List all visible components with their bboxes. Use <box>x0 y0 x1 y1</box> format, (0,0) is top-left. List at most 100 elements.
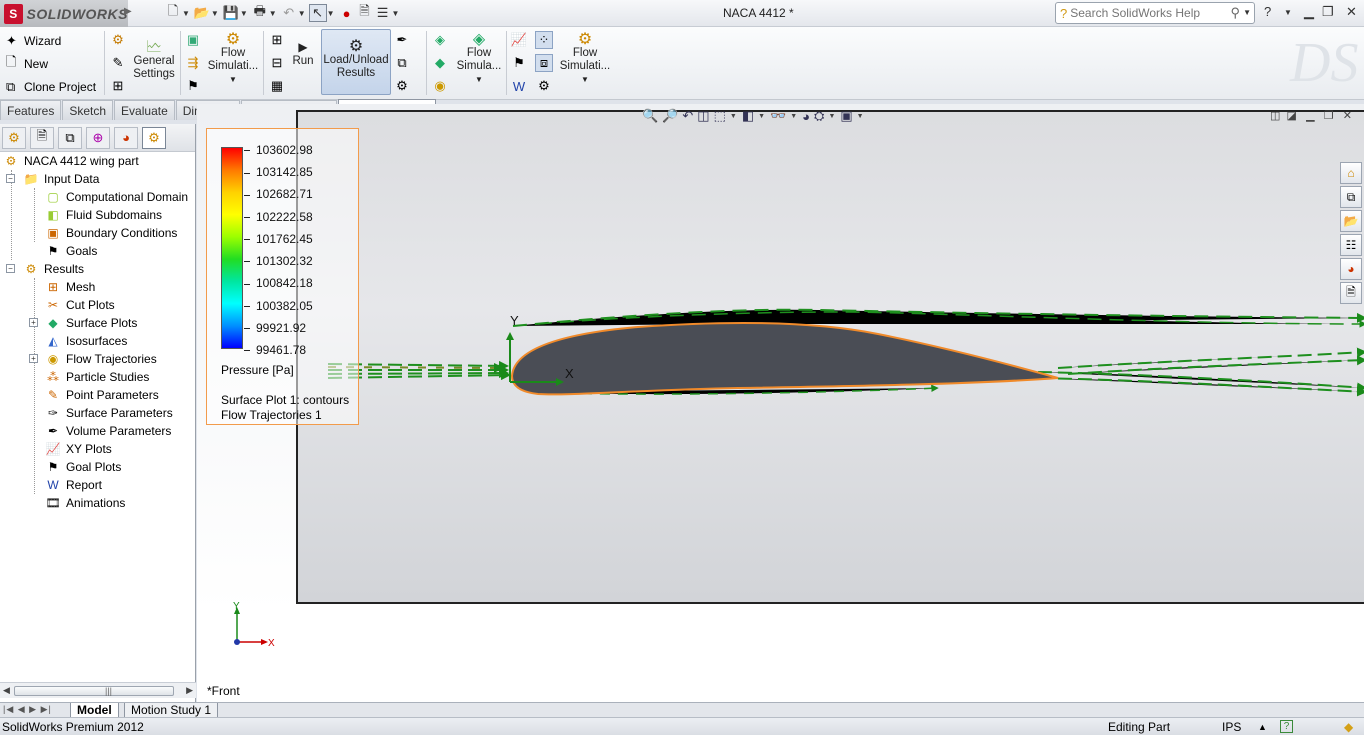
view-orientation-icon[interactable]: ⬚ <box>714 108 726 124</box>
help-search-box[interactable]: ? ⚲ ▼ <box>1055 2 1255 24</box>
close-icon[interactable]: ✕ <box>1346 4 1357 20</box>
flow-simulation-menu-2[interactable]: ◈ Flow Simula... ▼ <box>455 32 503 86</box>
tree-goal-plots[interactable]: ⚑ Goal Plots <box>44 458 122 476</box>
tree-goals[interactable]: ⚑ Goals <box>44 242 98 260</box>
options-icon[interactable]: ☰ <box>374 4 392 22</box>
tag-icon[interactable]: ◆ <box>1344 720 1353 734</box>
expand-icon[interactable]: + <box>29 318 38 327</box>
section-view-icon[interactable]: ◫ <box>697 108 709 124</box>
mesh-icon[interactable]: ⊞ <box>268 31 286 49</box>
collapse-icon[interactable]: − <box>6 264 15 273</box>
view-palette-icon[interactable]: ☷ <box>1340 234 1362 256</box>
customize-icon[interactable]: ⊞ <box>109 77 127 95</box>
tree-particle-studies[interactable]: ⁂ Particle Studies <box>44 368 149 386</box>
restore-icon[interactable]: ❐ <box>1322 4 1334 20</box>
goals-flag-icon[interactable]: ⚑ <box>184 77 202 95</box>
file-explorer-icon[interactable]: 📂 <box>1340 210 1362 232</box>
display-style-icon[interactable]: ◧ <box>742 108 754 124</box>
scroll-right-icon[interactable]: ▶ <box>186 685 193 696</box>
fan-icon[interactable]: ⇶ <box>184 54 202 72</box>
save-icon[interactable]: 💾 <box>222 4 240 22</box>
edit-appearance-icon[interactable]: ◕ <box>802 109 810 124</box>
tab-model[interactable]: Model <box>70 703 119 718</box>
chevron-down-icon[interactable]: ▼ <box>790 113 797 120</box>
previous-view-icon[interactable]: ↶ <box>682 108 693 124</box>
tree-mesh[interactable]: ⊞ Mesh <box>44 278 95 296</box>
chevron-down-icon[interactable]: ▼ <box>392 9 400 18</box>
results-display-icon[interactable]: ⁘ <box>535 31 553 49</box>
chevron-down-icon[interactable]: ▼ <box>857 113 864 120</box>
help-icon[interactable]: ? <box>1280 720 1293 733</box>
dimxpert-tab-icon[interactable]: ⊕ <box>86 126 110 149</box>
tree-input-data[interactable]: 📁 Input Data <box>22 170 100 188</box>
open-folder-icon[interactable]: 📂 <box>193 4 211 22</box>
tab-features[interactable]: Features <box>0 100 62 120</box>
new-doc-icon[interactable]: 🗋 <box>164 3 182 22</box>
chevron-down-icon[interactable]: ▼ <box>298 9 306 18</box>
property-manager-tab-icon[interactable]: 🗎 <box>30 126 54 149</box>
viewport-restore-icon[interactable]: ❐ <box>1324 110 1334 122</box>
chevron-down-icon[interactable]: ▼ <box>1243 8 1251 17</box>
tree-root[interactable]: ⚙ NACA 4412 wing part <box>2 152 139 170</box>
tree-cut-plots[interactable]: ✂ Cut Plots <box>44 296 115 314</box>
tab-motion-study-1[interactable]: Motion Study 1 <box>124 703 219 718</box>
chevron-down-icon[interactable]: ▼ <box>828 113 835 120</box>
chevron-down-icon[interactable]: ▼ <box>758 113 765 120</box>
units-status[interactable]: IPS <box>1222 720 1241 734</box>
collapse-icon[interactable]: − <box>6 174 15 183</box>
xy-plot-icon[interactable]: 📈 <box>510 31 528 49</box>
tree-point-parameters[interactable]: ✎ Point Parameters <box>44 386 159 404</box>
minimize-icon[interactable]: ▁ <box>1304 4 1314 20</box>
tree-boundary-conditions[interactable]: ▣ Boundary Conditions <box>44 224 177 242</box>
undo-icon[interactable]: ↶ <box>280 4 298 22</box>
configuration-manager-tab-icon[interactable]: ⧉ <box>58 126 82 149</box>
apply-scene-icon[interactable]: ⛭ <box>814 108 824 124</box>
rebuild-traffic-light-icon[interactable]: ● <box>338 4 356 22</box>
appearances-icon[interactable]: ◕ <box>1340 258 1362 280</box>
lighting-icon[interactable]: ⚙ <box>535 77 553 95</box>
viewport-tile-icon[interactable]: ◫ <box>1270 110 1280 122</box>
chevron-down-icon[interactable]: ▼ <box>269 9 277 18</box>
tree-horizontal-scrollbar[interactable]: ◀ ||| ▶ <box>0 682 196 698</box>
chevron-down-icon[interactable]: ▼ <box>1284 8 1292 17</box>
surface-plot-icon[interactable]: ◆ <box>431 54 449 72</box>
chevron-down-icon[interactable]: ▼ <box>327 9 335 18</box>
edit-project-icon[interactable]: ✎ <box>109 54 127 72</box>
expand-icon[interactable]: + <box>29 354 38 363</box>
tree-isosurfaces[interactable]: ◭ Isosurfaces <box>44 332 127 350</box>
cut-plot-icon[interactable]: ◈ <box>431 31 449 49</box>
tree-computational-domain[interactable]: ▢ Computational Domain <box>44 188 188 206</box>
tree-flow-trajectories[interactable]: ◉ Flow Trajectories <box>44 350 157 368</box>
select-arrow-icon[interactable]: ↖ <box>308 4 327 22</box>
viewport-minimize-icon[interactable]: ▁ <box>1306 110 1314 122</box>
search-icon[interactable]: ⚲ <box>1230 5 1240 21</box>
mesh-settings-icon[interactable]: ⊟ <box>268 54 286 72</box>
scrollbar-thumb[interactable]: ||| <box>14 686 174 696</box>
goal-plot-icon[interactable]: ⚑ <box>510 54 528 72</box>
chevron-down-icon[interactable]: ▼ <box>730 113 737 120</box>
display-manager-tab-icon[interactable]: ◕ <box>114 126 138 149</box>
wizard-button[interactable]: ✦ Wizard <box>6 31 61 51</box>
tab-evaluate[interactable]: Evaluate <box>114 100 175 120</box>
viewport-split-icon[interactable]: ◪ <box>1287 110 1297 122</box>
tree-results[interactable]: ⚙ Results <box>22 260 84 278</box>
flow-simulation-tab-icon[interactable]: ⚙ <box>142 126 166 149</box>
zoom-area-icon[interactable]: 🔎 <box>662 108 678 124</box>
tree-xy-plots[interactable]: 📈 XY Plots <box>44 440 112 458</box>
new-button[interactable]: 🗋 New <box>6 54 48 74</box>
project-icon[interactable]: ⚙ <box>109 31 127 49</box>
chevron-down-icon[interactable]: ▼ <box>211 9 219 18</box>
hide-show-items-icon[interactable]: 👓 <box>770 108 786 124</box>
tab-navigation-icon[interactable]: |◀ ◀ ▶ ▶| <box>3 704 52 715</box>
tab-sketch[interactable]: Sketch <box>62 100 114 120</box>
file-properties-icon[interactable]: 🗎 <box>356 3 374 22</box>
model-display-icon[interactable]: ⧈ <box>535 54 553 72</box>
feature-manager-tab-icon[interactable]: ⚙ <box>2 126 26 149</box>
view-settings-icon[interactable]: ▣ <box>840 108 852 124</box>
viewport-close-icon[interactable]: ✕ <box>1343 110 1352 122</box>
probe-icon[interactable]: ✒ <box>393 31 411 49</box>
graphics-area[interactable]: Y X 🔍 🔎 ↶ ◫ ⬚ ▼ ◧ ▼ 👓 ▼ ◕ ⛭ ▼ ▣ ▼ ◫ ◪ ▁ ❐ ✕ ⌂… <box>197 104 1364 702</box>
chevron-up-icon[interactable]: ▲ <box>1258 722 1267 732</box>
general-settings-button[interactable]: 🗠 General Settings <box>131 40 177 81</box>
show-mesh-icon[interactable]: ▦ <box>268 77 286 95</box>
